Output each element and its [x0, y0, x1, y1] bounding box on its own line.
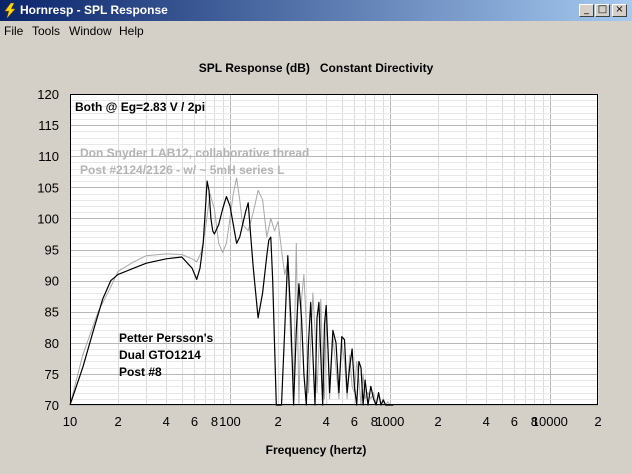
x-tick-label: 10 [63, 414, 77, 429]
y-tick-label: 70 [45, 398, 59, 413]
y-tick-label: 80 [45, 336, 59, 351]
y-tick-label: 110 [38, 149, 59, 164]
y-tick-label: 85 [45, 305, 59, 320]
y-tick-labels: 70 75 80 85 90 95 100 105 110 115 120 [37, 87, 59, 413]
x-tick-label: 8 [211, 414, 218, 429]
y-tick-label: 100 [37, 211, 59, 226]
x-tick-label: 6 [191, 414, 198, 429]
x-tick-label: 6 [351, 414, 358, 429]
x-tick-label: 2 [274, 414, 281, 429]
annotation-black-line1: Petter Persson's [119, 331, 214, 345]
x-tick-label: 4 [323, 414, 330, 429]
x-tick-labels: 10 2 4 6 8 100 2 4 6 81000 2 4 6 810000 2 [63, 414, 602, 429]
x-tick-label: 6 [511, 414, 518, 429]
x-tick-label: 10000 [532, 414, 568, 429]
spl-chart: 707580859095100105110115120 10 2 4 6 8 100 2 4 6… [37, 87, 602, 429]
x-axis-label: Frequency (hertz) [265, 443, 367, 457]
annotation-black-line3: Post #8 [119, 365, 162, 379]
x-tick-label: 1000 [375, 414, 404, 429]
y-tick-label: 95 [45, 243, 59, 258]
x-tick-label: 2 [434, 414, 441, 429]
x-tick-label: 100 [219, 414, 241, 429]
annotation-gray-line1: Don Snyder LAB12, collaborative thread [80, 146, 309, 160]
y-tick-label: 120 [37, 87, 59, 102]
x-tick-label: 4 [163, 414, 170, 429]
y-tick-label: 90 [45, 274, 59, 289]
y-tick-label: 75 [45, 367, 59, 382]
x-tick-label: 2 [594, 414, 601, 429]
annotation-gray-line2: Post #2124/2126 - w/ ~ 5mH series L [80, 163, 284, 177]
y-tick-label: 105 [37, 180, 59, 195]
annotation-black-line2: Dual GTO1214 [119, 348, 201, 362]
x-tick-label: 2 [115, 414, 122, 429]
annotation-conditions: Both @ Eg=2.83 V / 2pi [75, 100, 205, 114]
y-tick-label: 115 [38, 118, 59, 133]
x-tick-label: 4 [483, 414, 490, 429]
